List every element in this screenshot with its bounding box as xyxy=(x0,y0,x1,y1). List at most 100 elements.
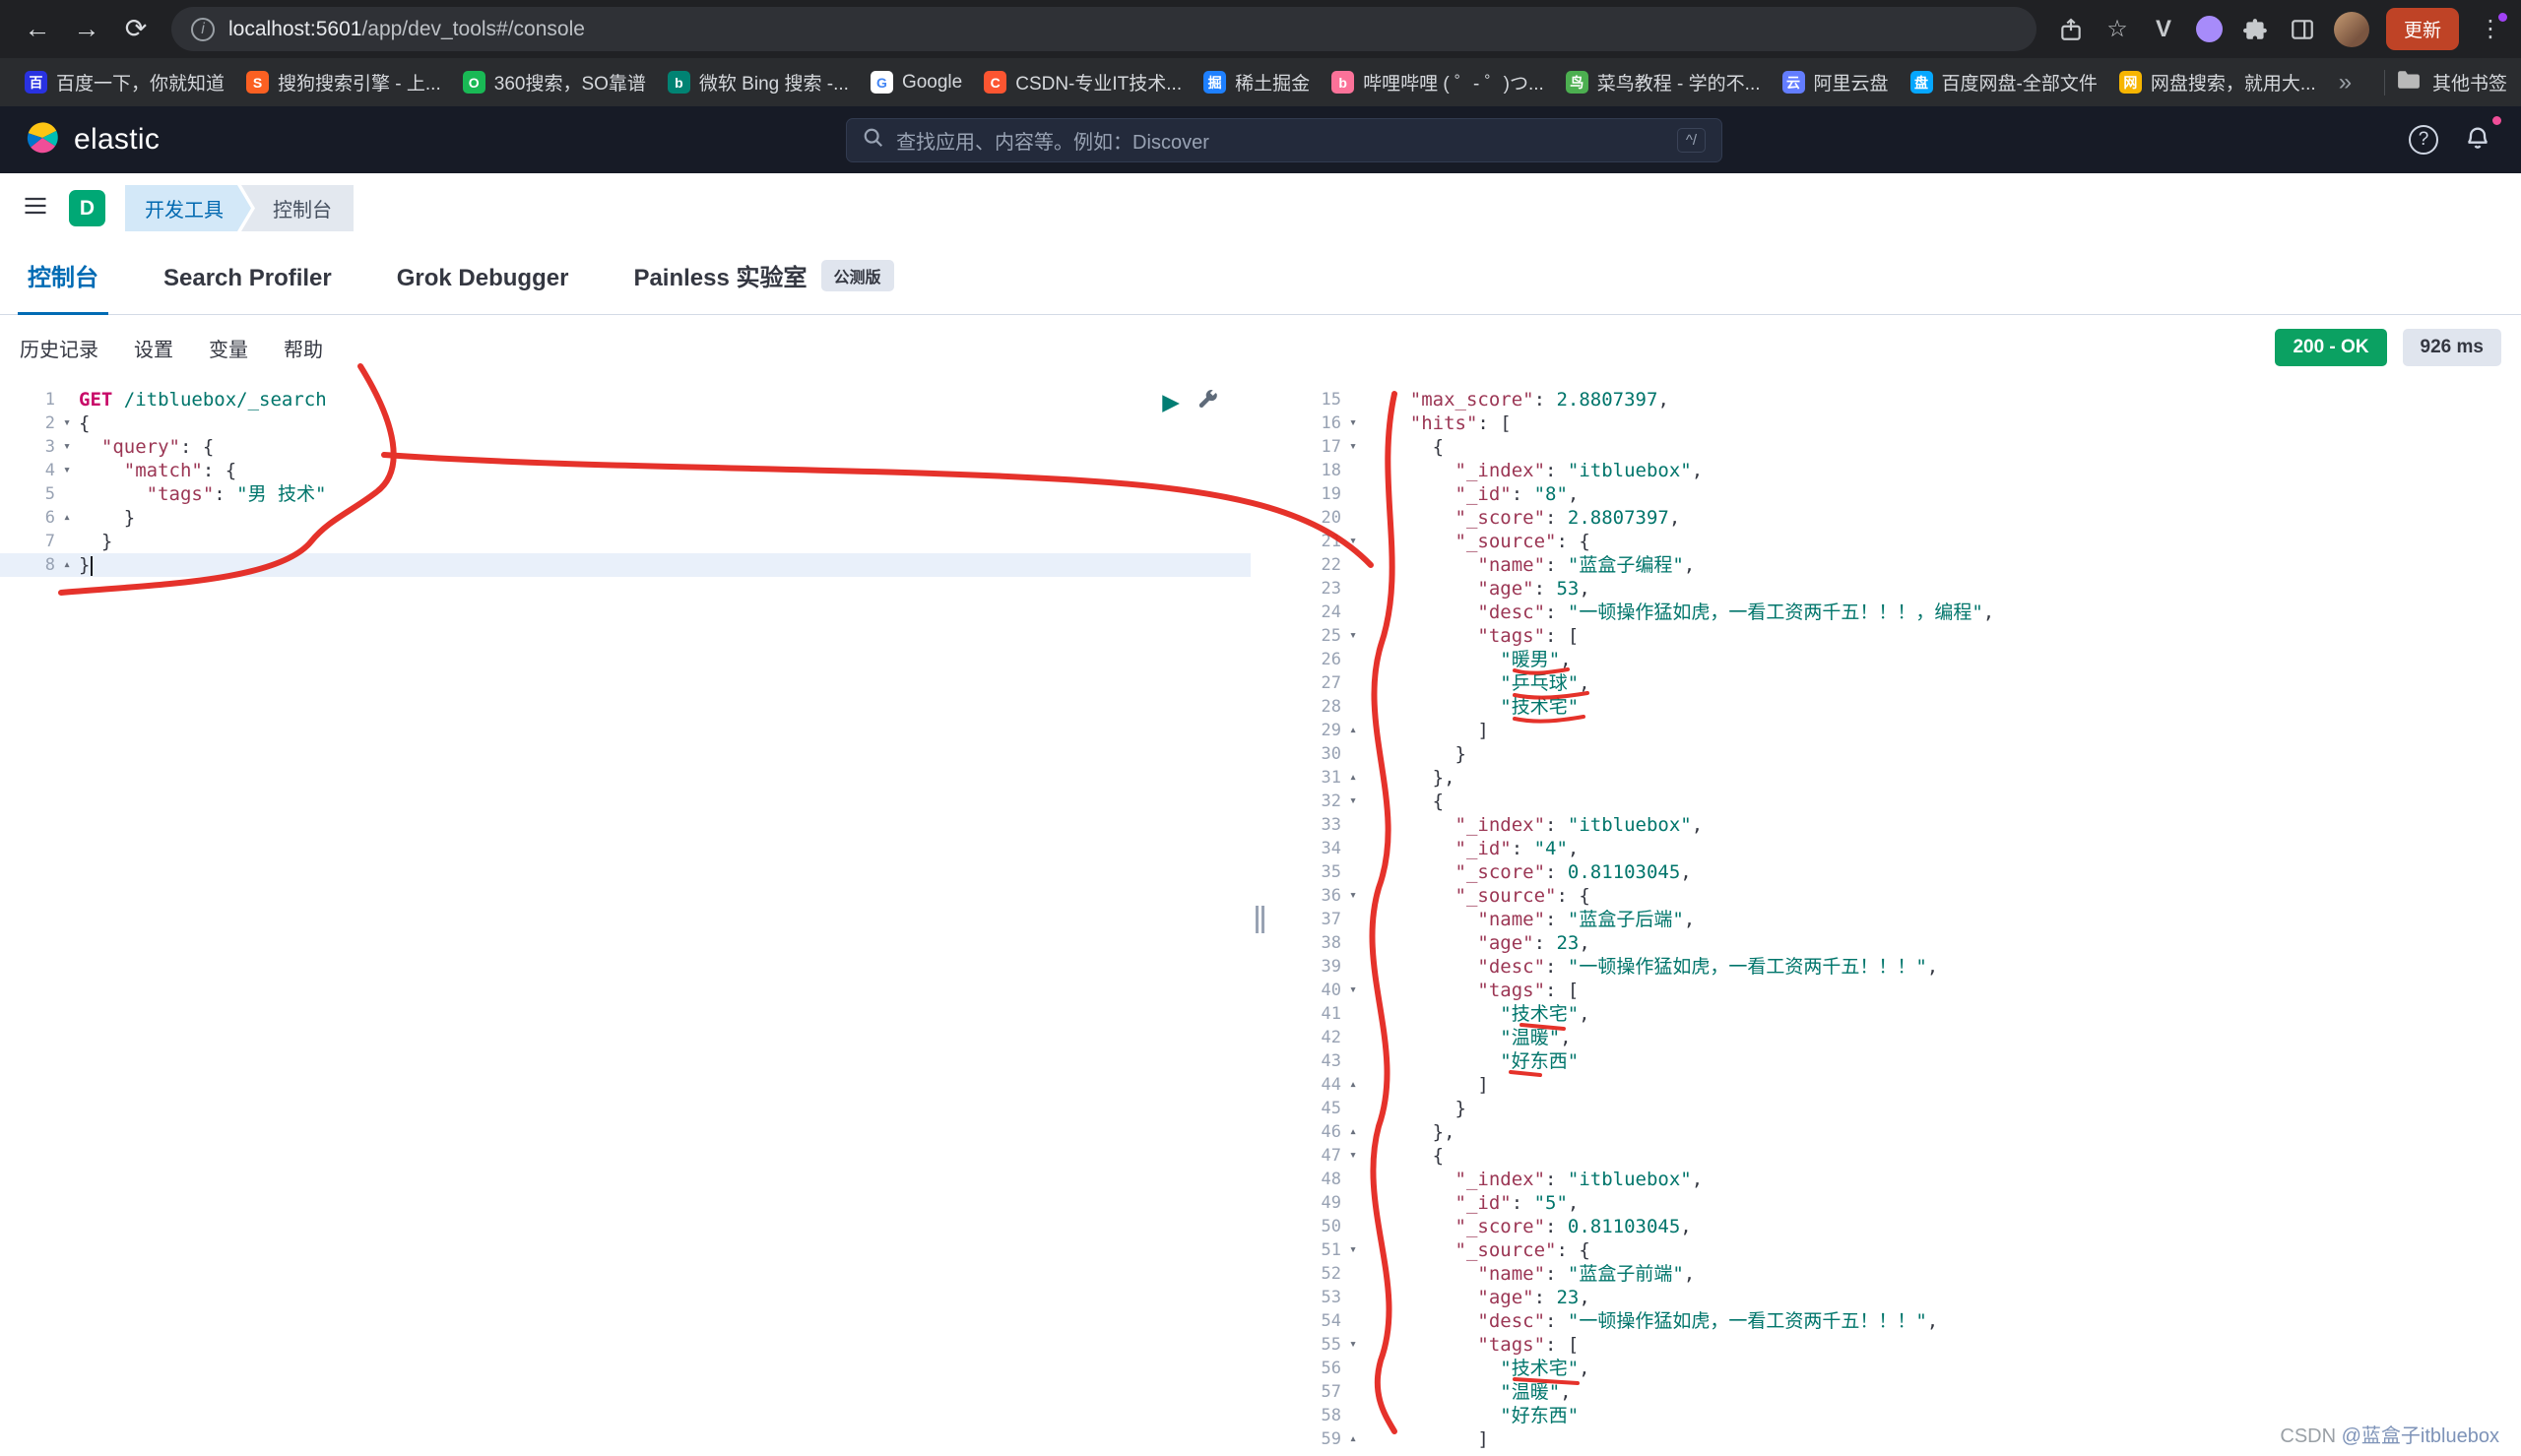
fold-toggle-icon[interactable]: ▾ xyxy=(1341,884,1365,908)
extensions-puzzle-icon[interactable] xyxy=(2241,15,2271,44)
splitter-grip-icon[interactable] xyxy=(1256,906,1264,933)
bookmark-item[interactable]: 掘稀土掘金 xyxy=(1193,63,1321,101)
code-line-19[interactable]: 19 "_id": "8", xyxy=(1270,482,2521,506)
code-line-20[interactable]: 20 "_score": 2.8807397, xyxy=(1270,506,2521,530)
code-line-3[interactable]: 3 ▾ "query": { xyxy=(0,435,1251,459)
profile-avatar[interactable] xyxy=(2333,11,2369,47)
fold-toggle-icon[interactable]: ▴ xyxy=(1341,1120,1365,1144)
tab-Painless 实验室[interactable]: Painless 实验室 公测版 xyxy=(623,258,903,314)
code-line-22[interactable]: 22 "name": "蓝盒子编程", xyxy=(1270,553,2521,577)
console-menu-item[interactable]: 历史记录 xyxy=(20,334,98,362)
code-line-1[interactable]: 1 GET /itbluebox/_search xyxy=(0,388,1251,411)
code-line-6[interactable]: 6 ▴} xyxy=(0,506,1251,530)
fold-toggle-icon[interactable]: ▴ xyxy=(1341,1073,1365,1097)
tab-控制台[interactable]: 控制台 xyxy=(18,258,108,315)
code-line-4[interactable]: 4 ▾ "match": { xyxy=(0,459,1251,482)
code-line-41[interactable]: 41 "技术宅", xyxy=(1270,1002,2521,1026)
fold-toggle-icon[interactable]: ▾ xyxy=(1341,530,1365,553)
code-line-36[interactable]: 36 ▾ "_source": { xyxy=(1270,884,2521,908)
code-line-16[interactable]: 16 ▾ "hits": [ xyxy=(1270,411,2521,435)
bookmark-item[interactable]: 网网盘搜索，就用大... xyxy=(2108,63,2327,101)
address-bar[interactable]: i localhost:5601/app/dev_tools#/console xyxy=(171,7,2036,51)
code-line-29[interactable]: 29 ▴] xyxy=(1270,719,2521,742)
fold-toggle-icon[interactable]: ▾ xyxy=(1341,790,1365,813)
other-bookmarks[interactable]: 其他书签 xyxy=(2383,69,2507,95)
bookmark-item[interactable]: O 360搜索，SO靠谱 xyxy=(452,63,657,101)
bookmarks-overflow-chevron[interactable]: » xyxy=(2327,69,2363,96)
site-info-icon[interactable]: i xyxy=(191,17,215,41)
code-line-7[interactable]: 7} xyxy=(0,530,1251,553)
fold-toggle-icon[interactable]: ▴ xyxy=(55,506,79,530)
global-search-input[interactable]: 查找应用、内容等。例如：Discover ^/ xyxy=(846,117,1723,162)
bookmark-item[interactable]: G Google xyxy=(860,65,973,99)
code-line-55[interactable]: 55 ▾ "tags": [ xyxy=(1270,1333,2521,1357)
console-menu-item[interactable]: 设置 xyxy=(134,334,173,362)
space-badge[interactable]: D xyxy=(69,190,105,226)
wrench-icon[interactable] xyxy=(1196,388,1219,416)
code-line-27[interactable]: 27 "乒乓球", xyxy=(1270,671,2521,695)
code-line-46[interactable]: 46 ▴}, xyxy=(1270,1120,2521,1144)
fold-toggle-icon[interactable]: ▾ xyxy=(55,435,79,459)
code-line-39[interactable]: 39 "desc": "一顿操作猛如虎，一看工资两千五！！！", xyxy=(1270,955,2521,979)
fold-toggle-icon[interactable]: ▾ xyxy=(1341,435,1365,459)
fold-toggle-icon[interactable]: ▾ xyxy=(55,411,79,435)
fold-toggle-icon[interactable]: ▾ xyxy=(1341,1333,1365,1357)
console-menu-item[interactable]: 帮助 xyxy=(284,334,323,362)
extension-circle-icon[interactable] xyxy=(2195,15,2225,44)
forward-icon[interactable]: → xyxy=(65,8,108,51)
code-line-35[interactable]: 35 "_score": 0.81103045, xyxy=(1270,860,2521,884)
request-editor[interactable]: 1 GET /itbluebox/_search 2 ▾{3 ▾ "query": {4 ▾… xyxy=(0,380,1251,1456)
code-line-15[interactable]: 15 "max_score": 2.8807397, xyxy=(1270,388,2521,411)
code-line-34[interactable]: 34 "_id": "4", xyxy=(1270,837,2521,860)
code-line-45[interactable]: 45} xyxy=(1270,1097,2521,1120)
browser-menu-icon[interactable]: ⋮ xyxy=(2476,12,2507,44)
code-line-53[interactable]: 53 "age": 23, xyxy=(1270,1286,2521,1309)
code-line-33[interactable]: 33 "_index": "itbluebox", xyxy=(1270,813,2521,837)
code-line-23[interactable]: 23 "age": 53, xyxy=(1270,577,2521,601)
code-line-37[interactable]: 37 "name": "蓝盒子后端", xyxy=(1270,908,2521,931)
elastic-brand[interactable]: elastic xyxy=(24,119,160,161)
code-line-26[interactable]: 26 "暖男", xyxy=(1270,648,2521,671)
code-line-31[interactable]: 31 ▴}, xyxy=(1270,766,2521,790)
fold-toggle-icon[interactable]: ▾ xyxy=(55,459,79,482)
tab-Grok Debugger[interactable]: Grok Debugger xyxy=(387,265,579,314)
share-icon[interactable] xyxy=(2056,15,2086,44)
fold-toggle-icon[interactable]: ▾ xyxy=(1341,1144,1365,1168)
fold-toggle-icon[interactable]: ▾ xyxy=(1341,411,1365,435)
code-line-44[interactable]: 44 ▴] xyxy=(1270,1073,2521,1097)
code-line-21[interactable]: 21 ▾ "_source": { xyxy=(1270,530,2521,553)
response-viewer[interactable]: 15 "max_score": 2.8807397, 16 ▾ "hits": [17 ▾… xyxy=(1270,380,2521,1456)
bookmark-item[interactable]: b 微软 Bing 搜索 -... xyxy=(657,63,860,101)
code-line-56[interactable]: 56 "技术宅", xyxy=(1270,1357,2521,1380)
fold-toggle-icon[interactable]: ▾ xyxy=(1341,979,1365,1002)
bookmark-item[interactable]: b 哔哩哔哩 ( ゜- ゜)つ... xyxy=(1321,63,1555,101)
code-line-18[interactable]: 18 "_index": "itbluebox", xyxy=(1270,459,2521,482)
code-line-42[interactable]: 42 "温暖", xyxy=(1270,1026,2521,1049)
breadcrumb-item[interactable]: 开发工具 xyxy=(125,185,251,231)
side-panel-icon[interactable] xyxy=(2288,15,2317,44)
header-alerts-icon[interactable] xyxy=(2464,124,2491,157)
fold-toggle-icon[interactable]: ▴ xyxy=(1341,766,1365,790)
console-menu-item[interactable]: 变量 xyxy=(209,334,248,362)
code-line-5[interactable]: 5 "tags": "男 技术" xyxy=(0,482,1251,506)
fold-toggle-icon[interactable]: ▾ xyxy=(1341,1238,1365,1262)
code-line-2[interactable]: 2 ▾{ xyxy=(0,411,1251,435)
chrome-update-button[interactable]: 更新 xyxy=(2385,8,2459,50)
extension-v-icon[interactable]: V xyxy=(2149,15,2178,44)
fold-toggle-icon[interactable]: ▾ xyxy=(1341,624,1365,648)
bookmark-item[interactable]: C CSDN-专业IT技术... xyxy=(973,63,1193,101)
code-line-25[interactable]: 25 ▾ "tags": [ xyxy=(1270,624,2521,648)
breadcrumb-item[interactable]: 控制台 xyxy=(241,185,354,231)
code-line-8[interactable]: 8 ▴} xyxy=(0,553,1251,577)
code-line-32[interactable]: 32 ▾ { xyxy=(1270,790,2521,813)
code-line-28[interactable]: 28 "技术宅" xyxy=(1270,695,2521,719)
code-line-51[interactable]: 51 ▾ "_source": { xyxy=(1270,1238,2521,1262)
bookmark-item[interactable]: S 搜狗搜索引擎 - 上... xyxy=(235,63,452,101)
code-line-54[interactable]: 54 "desc": "一顿操作猛如虎，一看工资两千五！！！", xyxy=(1270,1309,2521,1333)
code-line-38[interactable]: 38 "age": 23, xyxy=(1270,931,2521,955)
code-line-24[interactable]: 24 "desc": "一顿操作猛如虎，一看工资两千五！！！，编程", xyxy=(1270,601,2521,624)
code-line-40[interactable]: 40 ▾ "tags": [ xyxy=(1270,979,2521,1002)
code-line-49[interactable]: 49 "_id": "5", xyxy=(1270,1191,2521,1215)
back-icon[interactable]: ← xyxy=(16,8,59,51)
bookmark-item[interactable]: 百百度一下，你就知道 xyxy=(14,63,235,101)
